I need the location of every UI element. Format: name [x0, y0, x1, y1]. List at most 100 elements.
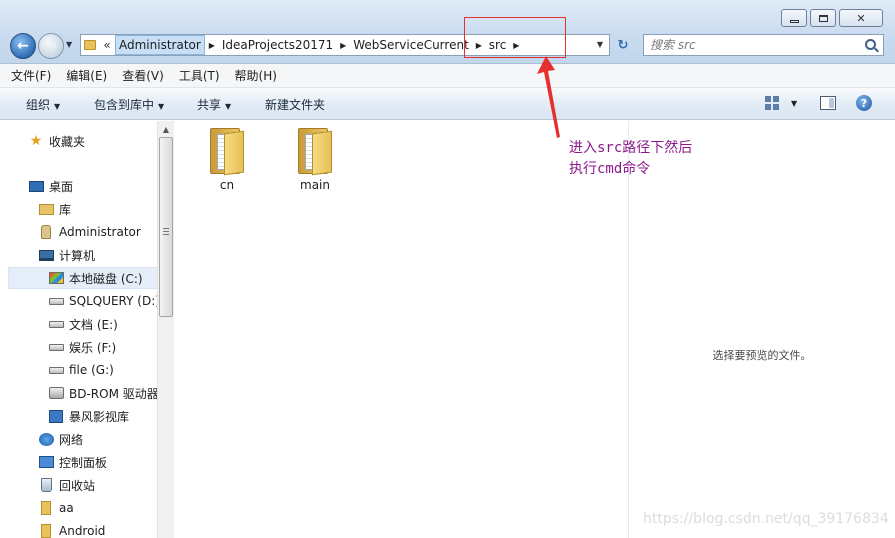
sidebar-item-label: 本地磁盘 (C:)	[69, 271, 143, 286]
minimize-button[interactable]	[781, 9, 807, 27]
user-folder-icon	[38, 225, 54, 239]
sidebar-item-file-g[interactable]: file (G:)	[48, 359, 114, 381]
forward-button[interactable]: →	[38, 33, 64, 59]
new-folder-button[interactable]: 新建文件夹	[265, 96, 325, 113]
sidebar-item-label: 娱乐 (F:)	[69, 340, 117, 355]
breadcrumb-ideaprojects[interactable]: IdeaProjects20171	[219, 35, 336, 55]
sidebar-item-video-library[interactable]: 暴风影视库	[48, 405, 129, 427]
drive-icon	[48, 363, 64, 377]
sidebar-item-recycle-bin[interactable]: 回收站	[38, 474, 95, 496]
network-icon	[38, 432, 54, 446]
sidebar-item-control-panel[interactable]: 控制面板	[38, 451, 107, 473]
sidebar-item-label: 收藏夹	[49, 134, 86, 149]
recent-pages-dropdown[interactable]: ▼	[66, 40, 72, 49]
annotation-line-2: 执行cmd命令	[569, 161, 651, 177]
drive-icon	[48, 294, 64, 308]
share-button[interactable]: 共享 ▼	[197, 96, 231, 113]
search-icon[interactable]	[865, 39, 876, 50]
sidebar-item-label: 计算机	[59, 248, 96, 263]
sidebar-scrollbar[interactable]: ▲	[157, 121, 174, 538]
address-dropdown-icon[interactable]: ▼	[597, 40, 603, 49]
folder-icon	[38, 501, 54, 515]
include-in-library-label: 包含到库中	[94, 98, 155, 112]
sidebar-item-label: Administrator	[59, 225, 141, 239]
sidebar-item-label: 网络	[59, 432, 84, 447]
menu-view[interactable]: 查看(V)	[122, 67, 164, 84]
breadcrumb-administrator[interactable]: Administrator	[115, 35, 205, 55]
sidebar-item-administrator[interactable]: Administrator	[38, 221, 141, 243]
preview-empty-text: 选择要预览的文件。	[712, 349, 812, 362]
menu-file[interactable]: 文件(F)	[11, 67, 51, 84]
star-icon: ★	[29, 133, 43, 149]
menu-bar: 文件(F) 编辑(E) 查看(V) 工具(T) 帮助(H)	[0, 64, 895, 88]
breadcrumb-arrow-icon[interactable]: ▶	[205, 35, 219, 55]
sidebar-item-sqlquery-d[interactable]: SQLQUERY (D:)	[48, 290, 160, 312]
search-input[interactable]	[650, 37, 850, 53]
annotation-text: 进入src路径下然后 执行cmd命令	[569, 138, 692, 180]
help-icon[interactable]: ?	[856, 95, 872, 111]
file-item-main[interactable]: main	[283, 128, 347, 192]
sidebar-item-android[interactable]: Android	[38, 520, 105, 538]
sidebar-item-label: 回收站	[59, 478, 96, 493]
menu-help[interactable]: 帮助(H)	[235, 67, 277, 84]
minimize-icon	[789, 19, 799, 23]
preview-pane: 选择要预览的文件。	[628, 121, 895, 538]
close-button[interactable]: ✕	[839, 9, 883, 27]
system-drive-icon	[48, 271, 64, 285]
folder-icon	[38, 524, 54, 538]
chevron-down-icon: ▼	[54, 102, 61, 111]
file-item-cn[interactable]: cn	[195, 128, 259, 192]
window-controls: ✕	[778, 9, 883, 27]
refresh-button[interactable]: ↻	[612, 34, 634, 56]
sidebar-item-label: 桌面	[49, 179, 74, 194]
video-library-icon	[48, 409, 64, 423]
scrollbar-thumb[interactable]	[159, 137, 173, 317]
change-view-icon[interactable]	[765, 96, 779, 110]
computer-icon	[38, 248, 54, 262]
sidebar-item-label: aa	[59, 501, 74, 515]
sidebar-item-local-disk-c[interactable]: 本地磁盘 (C:)	[8, 267, 158, 289]
sidebar-item-entertainment-f[interactable]: 娱乐 (F:)	[48, 336, 116, 358]
sidebar-item-label: 暴风影视库	[69, 409, 130, 424]
sidebar-item-label: Android	[59, 524, 106, 538]
back-button[interactable]: ←	[10, 33, 36, 59]
breadcrumb-webservicecurrent[interactable]: WebServiceCurrent	[350, 35, 472, 55]
sidebar-item-libraries[interactable]: 库	[38, 198, 71, 220]
scroll-up-icon[interactable]: ▲	[158, 121, 174, 137]
hidden-crumbs-chevron[interactable]: «	[99, 38, 115, 52]
sidebar-item-aa[interactable]: aa	[38, 497, 74, 519]
include-in-library-button[interactable]: 包含到库中 ▼	[94, 96, 164, 113]
sidebar-item-desktop[interactable]: 桌面	[28, 175, 73, 197]
sidebar-item-bd-rom[interactable]: BD-ROM 驱动器	[48, 382, 159, 404]
chevron-down-icon[interactable]: ▼	[791, 99, 797, 108]
sidebar-item-label: file (G:)	[69, 363, 114, 377]
sidebar-item-favorites[interactable]: ★ 收藏夹	[28, 130, 85, 152]
annotation-line-1: 进入src路径下然后	[569, 140, 693, 156]
folder-icon	[210, 128, 244, 176]
annotation-arrow-icon	[537, 56, 560, 138]
drive-icon	[48, 317, 64, 331]
sidebar-item-computer[interactable]: 计算机	[38, 244, 95, 266]
menu-tools[interactable]: 工具(T)	[179, 67, 220, 84]
maximize-button[interactable]	[810, 9, 836, 27]
library-icon	[38, 202, 54, 216]
sidebar-item-label: 库	[59, 202, 72, 217]
sidebar-item-network[interactable]: 网络	[38, 428, 83, 450]
organize-button[interactable]: 组织 ▼	[26, 96, 60, 113]
file-name: cn	[219, 178, 235, 192]
maximize-icon	[818, 14, 828, 22]
breadcrumb-arrow-icon[interactable]: ▶	[336, 35, 350, 55]
chevron-down-icon: ▼	[158, 102, 165, 111]
search-box[interactable]	[643, 34, 884, 56]
watermark: https://blog.csdn.net/qq_39176834	[643, 511, 889, 527]
share-label: 共享	[197, 98, 222, 112]
menu-edit[interactable]: 编辑(E)	[66, 67, 107, 84]
file-list[interactable]: cn main	[175, 121, 628, 538]
drive-icon	[48, 340, 64, 354]
navigation-pane: ★ 收藏夹 桌面 库 Administrator 计算机 本地磁盘 (C:) S…	[0, 121, 174, 538]
sidebar-item-label: 控制面板	[59, 455, 108, 470]
folder-icon	[298, 128, 332, 176]
sidebar-item-documents-e[interactable]: 文档 (E:)	[48, 313, 118, 335]
folder-icon	[81, 35, 99, 55]
preview-pane-icon[interactable]	[820, 96, 836, 110]
